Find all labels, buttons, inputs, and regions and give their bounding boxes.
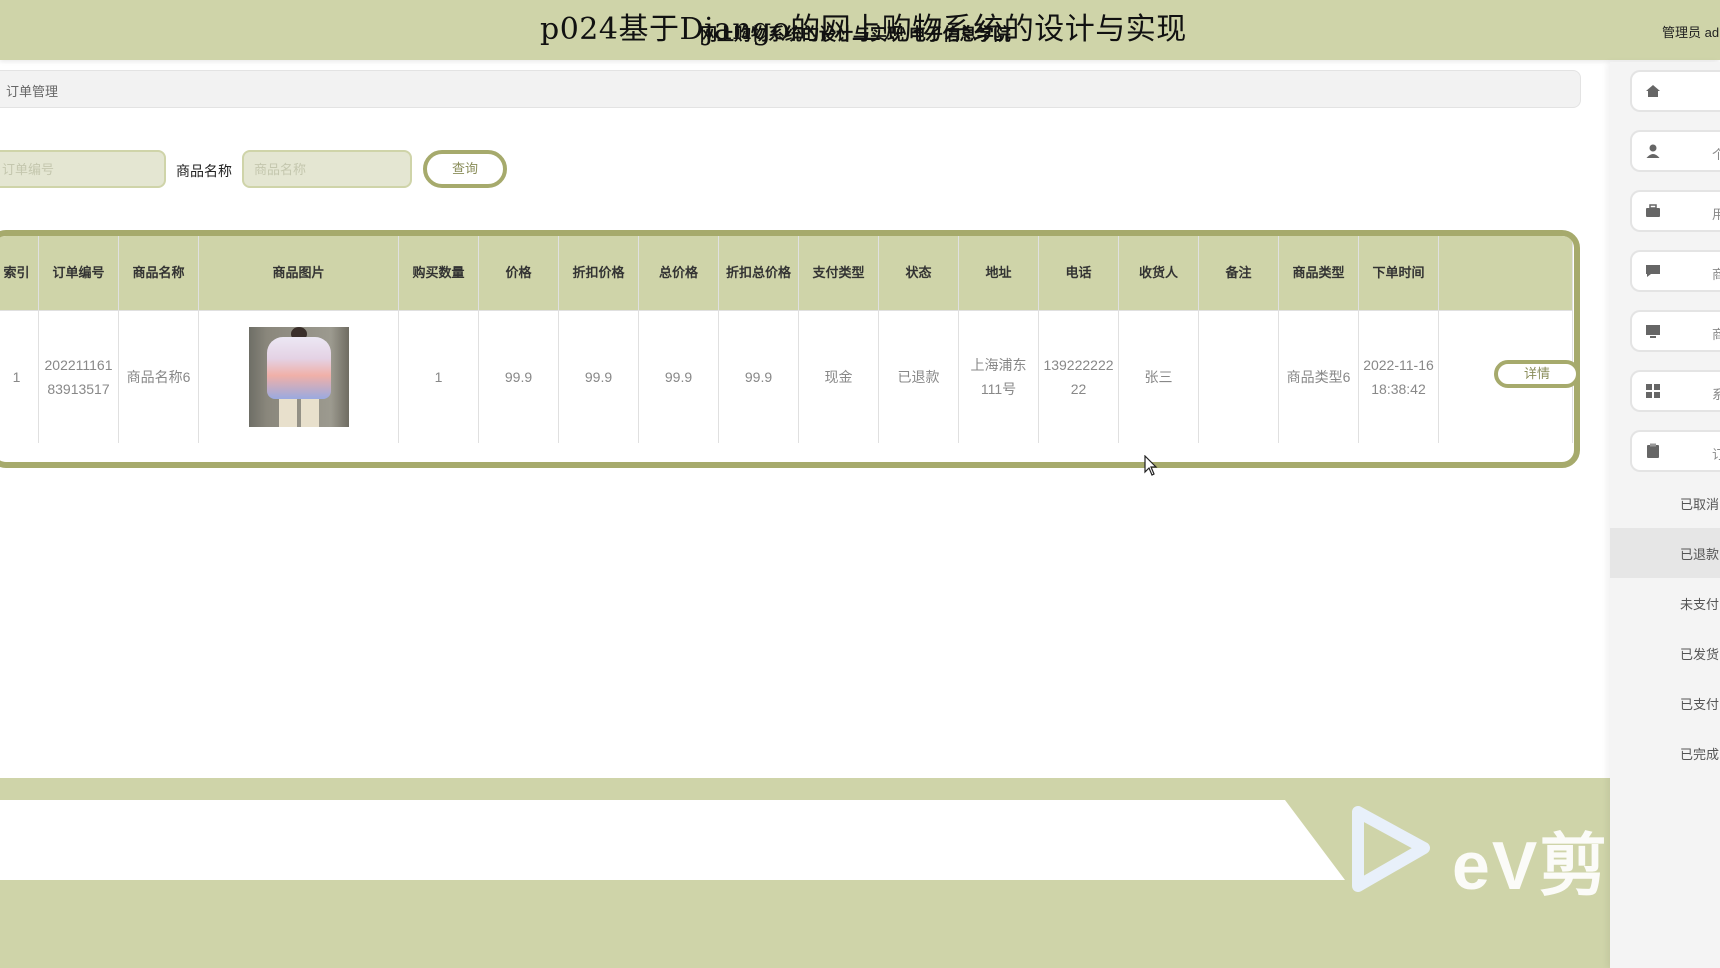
product-name-label: 商品名称 — [176, 163, 232, 179]
column-header: 状态 — [878, 236, 959, 311]
cell-product-type: 商品类型6 — [1278, 310, 1359, 443]
sidebar-item-product-info[interactable]: 商品 — [1630, 310, 1720, 352]
column-header: 价格 — [478, 236, 559, 311]
cell-order-number: 20221116183913517 — [38, 310, 119, 443]
sidebar-sub-unpaid[interactable]: 未支付 — [1610, 578, 1720, 628]
sidebar-item-home[interactable] — [1630, 70, 1720, 112]
cell-discount-total: 99.9 — [718, 310, 799, 443]
mouse-cursor-icon — [1144, 455, 1158, 476]
column-header: 电话 — [1038, 236, 1119, 311]
cell-quantity: 1 — [398, 310, 479, 443]
sidebar-item-product-category[interactable]: 商品 — [1630, 250, 1720, 292]
sidebar-item-system[interactable]: 系 — [1630, 370, 1720, 412]
breadcrumb-current[interactable]: 订单管理 — [6, 81, 58, 100]
cell-receiver: 张三 — [1118, 310, 1199, 443]
sidebar-sub-refunded[interactable]: 已退款 — [1610, 528, 1720, 578]
orders-table: 索引 订单编号 商品名称 商品图片 购买数量 价格 折扣价格 总价格 折扣总价格… — [0, 236, 1573, 443]
grid-icon — [1646, 384, 1660, 398]
sidebar-sub-shipped[interactable]: 已发货 — [1610, 628, 1720, 678]
sidebar-item-profile[interactable]: 个 — [1630, 130, 1720, 172]
column-header: 收货人 — [1118, 236, 1199, 311]
sidebar-sub-cancelled[interactable]: 已取消 — [1610, 478, 1720, 528]
play-logo-icon — [1352, 806, 1430, 892]
briefcase-icon — [1646, 204, 1660, 217]
cell-remark — [1198, 310, 1279, 443]
cell-total-price: 99.9 — [638, 310, 719, 443]
column-header: 商品类型 — [1278, 236, 1359, 311]
product-image[interactable] — [248, 327, 349, 427]
actions-column-header — [1438, 236, 1573, 311]
column-header: 商品图片 — [198, 236, 399, 311]
cell-pay-type: 现金 — [798, 310, 879, 443]
column-header: 商品名称 — [118, 236, 199, 311]
breadcrumb: 订单管理 — [0, 70, 1581, 108]
column-header: 购买数量 — [398, 236, 479, 311]
order-number-search-input[interactable] — [0, 150, 166, 188]
clipboard-icon — [1647, 443, 1659, 458]
column-header: 索引 — [0, 236, 39, 311]
cell-product-name: 商品名称6 — [118, 310, 199, 443]
top-bar: 网上购物系统的设计与实现 电子信息学院 p024基于Django的网上购物系统的… — [0, 0, 1720, 60]
cell-phone: 13922222222 — [1038, 310, 1119, 443]
column-header: 总价格 — [638, 236, 719, 311]
column-header: 备注 — [1198, 236, 1279, 311]
sidebar-item-users[interactable]: 用 — [1630, 190, 1720, 232]
table-row: 1 20221116183913517 商品名称6 1 99.9 99.9 99… — [0, 310, 1573, 443]
cell-index: 1 — [0, 310, 39, 443]
column-header: 支付类型 — [798, 236, 879, 311]
query-button[interactable]: 查询 — [423, 150, 507, 188]
cell-price: 99.9 — [478, 310, 559, 443]
column-header: 折扣价格 — [558, 236, 639, 311]
monitor-icon — [1646, 325, 1660, 338]
cell-order-time: 2022-11-16 18:38:42 — [1358, 310, 1439, 443]
comment-icon — [1646, 265, 1660, 277]
column-header: 地址 — [958, 236, 1039, 311]
sidebar-item-orders[interactable]: 订 — [1630, 430, 1720, 472]
cell-product-image — [198, 310, 399, 443]
table-header-row: 索引 订单编号 商品名称 商品图片 购买数量 价格 折扣价格 总价格 折扣总价格… — [0, 236, 1573, 311]
admin-user-label[interactable]: 管理员 adr — [1662, 22, 1720, 41]
user-icon — [1646, 144, 1660, 158]
video-overlay-title: p024基于Django的网上购物系统的设计与实现 — [540, 12, 1187, 47]
footer-white-shape — [0, 800, 1345, 880]
column-header: 折扣总价格 — [718, 236, 799, 311]
orders-table-container: 索引 订单编号 商品名称 商品图片 购买数量 价格 折扣价格 总价格 折扣总价格… — [0, 230, 1580, 468]
cell-address: 上海浦东111号 — [958, 310, 1039, 443]
home-icon — [1646, 85, 1660, 97]
cell-discount-price: 99.9 — [558, 310, 639, 443]
detail-button[interactable]: 详情 — [1494, 360, 1580, 388]
column-header: 订单编号 — [38, 236, 119, 311]
column-header: 下单时间 — [1358, 236, 1439, 311]
sidebar-sub-paid[interactable]: 已支付 — [1610, 678, 1720, 728]
cell-status: 已退款 — [878, 310, 959, 443]
sidebar-sub-completed[interactable]: 已完成 — [1610, 728, 1720, 778]
right-sidebar: 个 用 商品 商品 系 订 已取消 已退款 未支付 已发货 已支付 已完成 — [1610, 62, 1720, 968]
product-name-search-input[interactable] — [242, 150, 412, 188]
